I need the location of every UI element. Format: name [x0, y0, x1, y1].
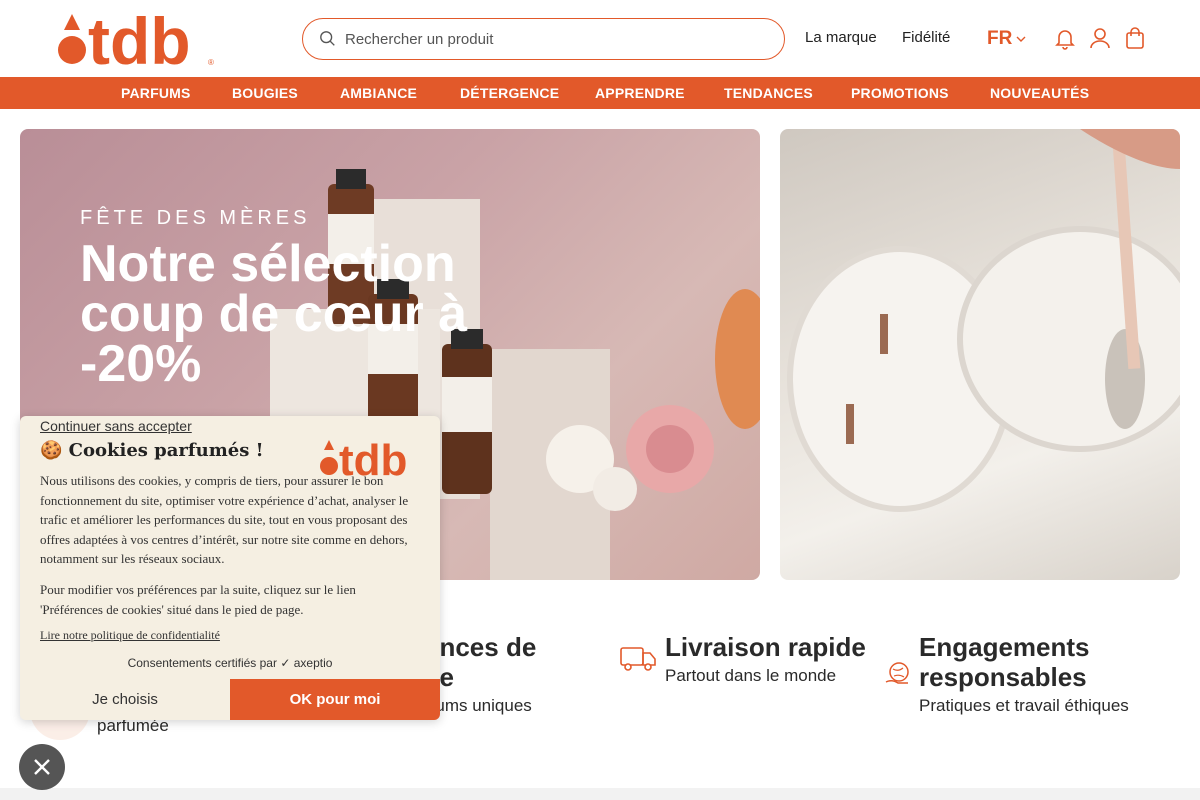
search-input[interactable] [345, 30, 745, 48]
nav-item-apprendre[interactable]: APPRENDRE [595, 85, 685, 101]
nav-item-tendances[interactable]: TENDANCES [724, 85, 813, 101]
user-icon[interactable] [1088, 26, 1112, 50]
feature-shipping-text: Partout dans le monde [665, 666, 837, 685]
feature-fragrance-title-line1: ances de [425, 632, 537, 662]
globe-hand-icon [885, 662, 909, 684]
nav-item-bougies[interactable]: BOUGIES [232, 85, 298, 101]
chevron-down-icon [1016, 36, 1026, 42]
language-selector[interactable]: FR [987, 28, 1026, 50]
choose-button[interactable]: Je choisis [20, 679, 230, 720]
search-icon [320, 31, 335, 46]
continue-without-accepting-link[interactable]: Continuer sans accepter [40, 418, 192, 434]
privacy-policy-link[interactable]: Lire notre politique de confidentialité [40, 628, 220, 643]
cookie-title: 🍪 Cookies parfumés ! [40, 440, 264, 461]
secondary-banner[interactable] [780, 129, 1180, 580]
cookie-banner: Continuer sans accepter 🍪 Cookies parfum… [20, 416, 440, 720]
site-header: tdb ® La marque Fidélité FR [0, 0, 1200, 77]
brand-logo[interactable]: tdb ® [58, 10, 218, 68]
cookie-preferences-note: Pour modifier vos préférences par la sui… [40, 582, 356, 617]
language-label: FR [987, 28, 1013, 49]
brand-link[interactable]: La marque [805, 29, 877, 46]
nav-item-nouveautes[interactable]: NOUVEAUTÉS [990, 85, 1089, 101]
loyalty-link[interactable]: Fidélité [902, 29, 950, 46]
main-nav: PARFUMS BOUGIES AMBIANCE DÉTERGENCE APPR… [0, 77, 1200, 109]
check-icon: ✓ [280, 656, 291, 670]
bell-icon[interactable] [1053, 26, 1077, 50]
feature-ethics-title: Engagements responsables [919, 632, 1090, 692]
nav-item-promotions[interactable]: PROMOTIONS [851, 85, 949, 101]
nav-item-detergence[interactable]: DÉTERGENCE [460, 85, 559, 101]
accept-button[interactable]: OK pour moi [230, 679, 440, 720]
feature-fragrance-title: ances de se [425, 632, 536, 692]
certified-label: Consentements certifiés par [127, 656, 277, 670]
bag-icon[interactable] [1123, 26, 1147, 50]
svg-text:tdb: tdb [88, 10, 191, 68]
nav-item-ambiance[interactable]: AMBIANCE [340, 85, 417, 101]
consent-certification: Consentements certifiés par ✓ axeptio [20, 656, 440, 670]
feature-fragrance-text: rfums uniques [425, 696, 532, 715]
hero-title: Notre sélection coup de cœur à -20% [80, 235, 468, 393]
feature-ethics-text: Pratiques et travail éthiques [919, 696, 1129, 715]
hero-eyebrow: FÊTE DES MÈRES [80, 207, 311, 229]
footer-band [0, 788, 1200, 800]
nav-item-parfums[interactable]: PARFUMS [121, 85, 191, 101]
search-bar[interactable] [302, 18, 785, 60]
svg-text:®: ® [208, 58, 214, 67]
feature-ethics-title-line1: Engagements [919, 632, 1090, 662]
close-banner-button[interactable] [19, 744, 65, 790]
feature-shipping-title: Livraison rapide [665, 632, 866, 662]
cookie-description: Nous utilisons des cookies, y compris de… [40, 473, 409, 566]
candle-image [787, 129, 1180, 512]
truck-icon [620, 647, 656, 671]
close-icon [34, 759, 50, 775]
feature-ethics-title-line2: responsables [919, 662, 1087, 692]
axeptio-label: axeptio [293, 656, 333, 670]
